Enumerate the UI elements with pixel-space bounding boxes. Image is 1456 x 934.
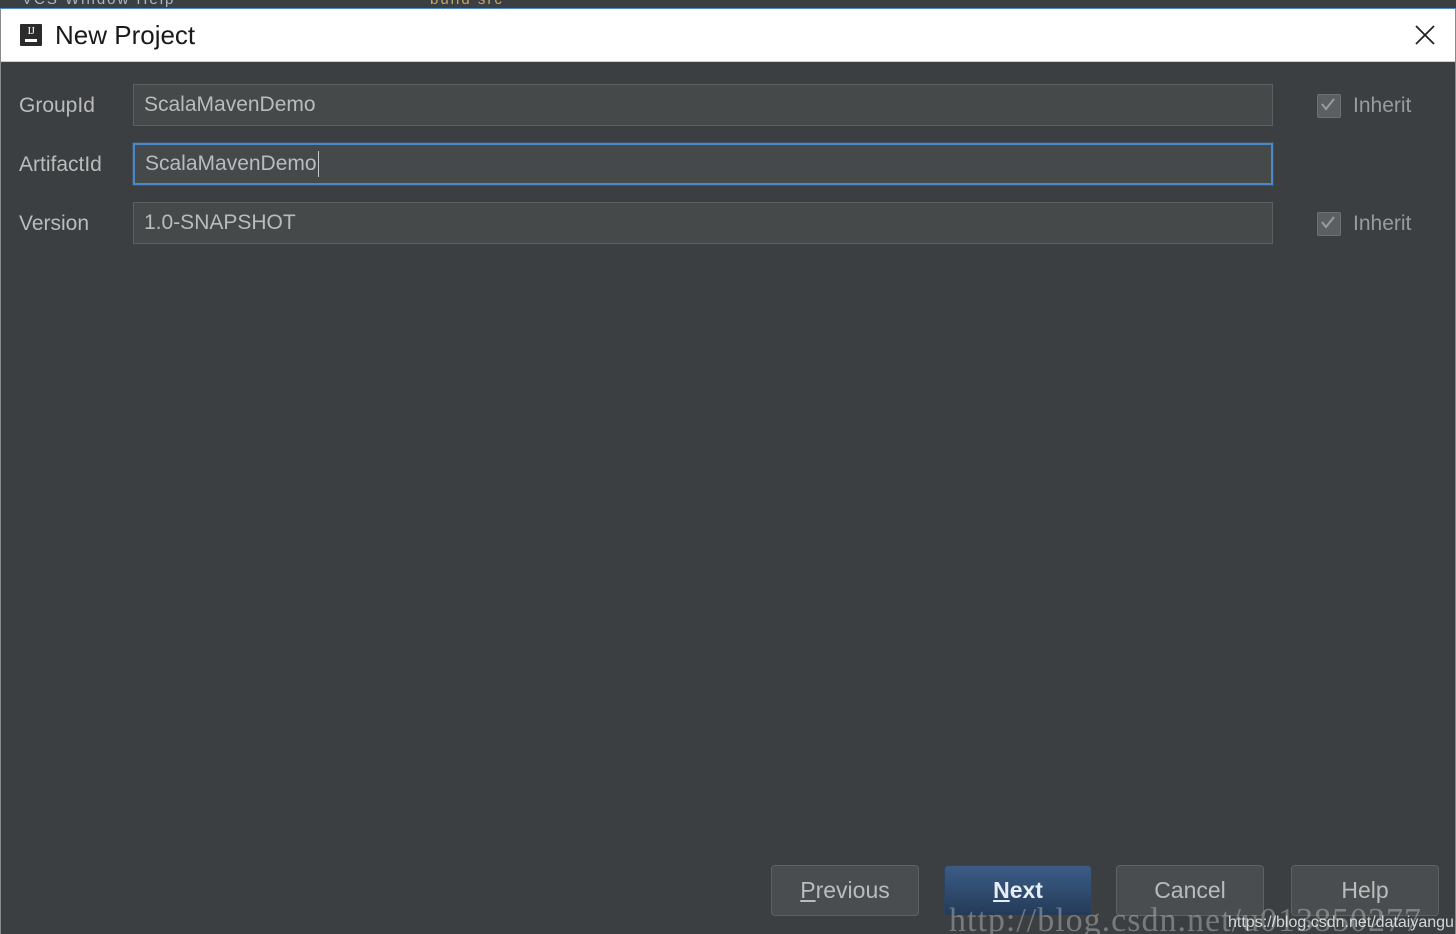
next-button[interactable]: Next [944,865,1092,916]
cancel-button-label: Cancel [1154,877,1226,903]
close-icon [1415,24,1435,45]
groupid-label: GroupId [19,93,95,117]
close-button[interactable] [1395,9,1455,60]
groupid-input-value: ScalaMavenDemo [144,93,316,116]
text-caret [317,151,319,177]
version-input[interactable]: 1.0-SNAPSHOT [133,202,1273,244]
cancel-button[interactable]: Cancel [1116,865,1264,916]
groupid-input[interactable]: ScalaMavenDemo [133,84,1273,126]
artifactid-label: ArtifactId [19,152,102,176]
intellij-idea-icon-bar [25,39,37,42]
new-project-dialog: IJ New Project GroupId ScalaMavenDemo In… [0,9,1456,934]
groupid-inherit-label: Inherit [1353,94,1412,117]
field-row-artifactid: ArtifactId ScalaMavenDemo [1,143,1455,185]
background-menu-fragment: VCS Window Help [22,0,175,8]
groupid-inherit-checkbox-group[interactable]: Inherit [1317,94,1411,118]
help-button[interactable]: Help [1291,865,1439,916]
version-input-value: 1.0-SNAPSHOT [144,211,296,234]
artifactid-input[interactable]: ScalaMavenDemo [133,143,1273,185]
artifactid-input-value: ScalaMavenDemo [145,152,317,175]
field-row-groupid: GroupId ScalaMavenDemo [1,84,1455,126]
field-row-version: Version 1.0-SNAPSHOT [1,202,1455,244]
version-label: Version [19,211,90,235]
previous-button-mnemonic: P [800,877,816,903]
dialog-body: GroupId ScalaMavenDemo Inherit ArtifactI… [1,62,1455,934]
previous-button[interactable]: Previous [771,865,919,916]
dialog-title: New Project [55,20,196,50]
intellij-idea-icon-letters: IJ [27,25,35,37]
checkmark-icon [1321,216,1335,229]
dialog-button-bar: Previous Next Cancel Help [1,865,1455,923]
groupid-inherit-checkbox[interactable] [1317,94,1341,118]
version-inherit-label: Inherit [1353,212,1412,235]
help-button-label: Help [1341,877,1389,903]
next-button-label: ext [1009,877,1043,903]
previous-button-label: revious [815,877,890,903]
next-button-mnemonic: N [993,877,1010,903]
version-inherit-checkbox-group[interactable]: Inherit [1317,212,1411,236]
version-inherit-checkbox[interactable] [1317,212,1341,236]
intellij-idea-icon: IJ [20,24,42,46]
background-tab-fragment: build src [430,0,504,8]
dialog-titlebar: IJ New Project [1,9,1455,62]
checkmark-icon [1321,98,1335,111]
